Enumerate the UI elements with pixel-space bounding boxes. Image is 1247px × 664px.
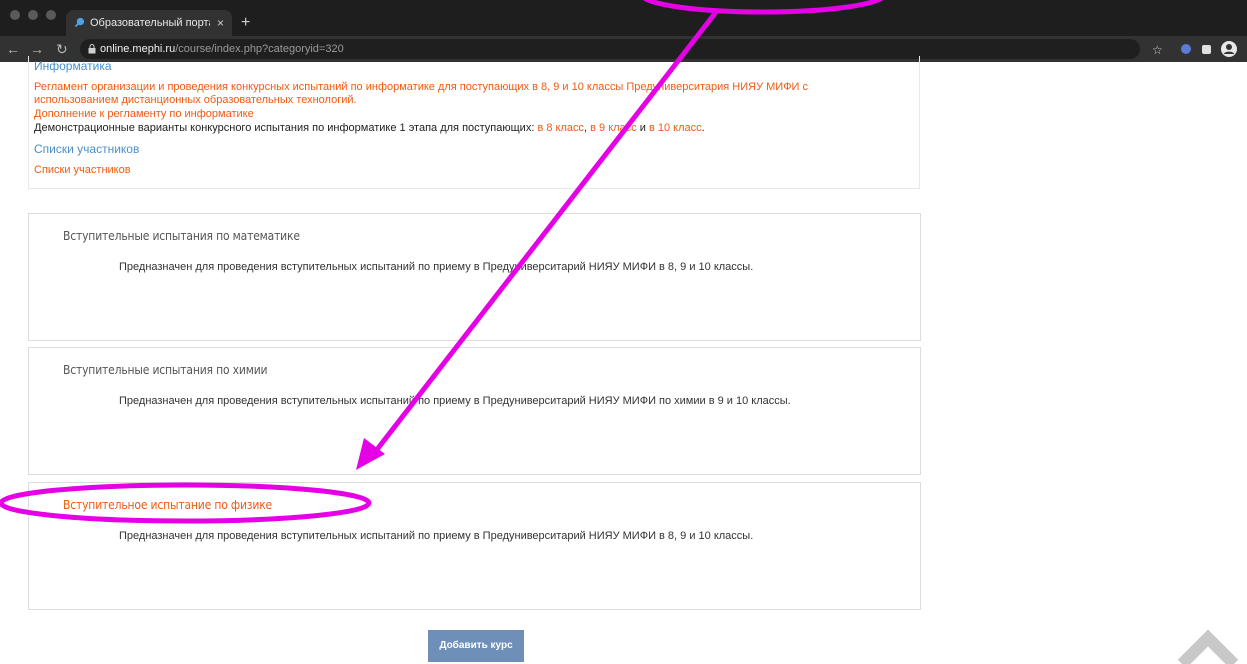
bookmark-star-icon[interactable]: ☆ — [1152, 40, 1164, 58]
window-controls[interactable] — [10, 10, 56, 20]
course-description: Предназначен для проведения вступительны… — [119, 261, 754, 273]
info-section: Информатика Регламент организации и пров… — [28, 56, 920, 189]
new-tab-button[interactable]: + — [241, 10, 250, 36]
lock-icon — [88, 44, 96, 54]
participants-link[interactable]: Списки участников — [34, 164, 131, 176]
demo-link-9[interactable]: в 9 класс — [590, 122, 637, 134]
course-card-math: Вступительные испытания по математике Пр… — [28, 213, 921, 341]
browser-tab-bar: Образовательный портал НИ × + — [0, 0, 1247, 36]
course-title[interactable]: Вступительные испытания по математике — [63, 229, 300, 243]
svg-text:☆: ☆ — [1152, 43, 1163, 57]
tab-title: Образовательный портал НИ — [90, 17, 210, 29]
browser-tab[interactable]: Образовательный портал НИ × — [66, 10, 232, 36]
extension-shield-icon[interactable] — [1180, 40, 1192, 58]
info-heading[interactable]: Информатика — [34, 59, 112, 73]
course-description: Предназначен для проведения вступительны… — [119, 395, 791, 407]
add-course-button[interactable]: Добавить курс — [428, 630, 524, 662]
course-description: Предназначен для проведения вступительны… — [119, 530, 754, 542]
supplement-link[interactable]: Дополнение к регламенту по информатике — [34, 108, 254, 120]
page-content: Информатика Регламент организации и пров… — [0, 56, 1247, 664]
tab-close-icon[interactable]: × — [217, 10, 224, 36]
course-title-highlighted[interactable]: Вступительное испытание по физике — [63, 498, 272, 512]
reglament-link[interactable]: Регламент организации и проведения конку… — [34, 81, 914, 107]
course-title[interactable]: Вступительные испытания по химии — [63, 363, 268, 377]
minimize-window-dot[interactable] — [28, 10, 38, 20]
demo-link-8[interactable]: в 8 класс — [537, 122, 584, 134]
profile-avatar-icon[interactable] — [1220, 40, 1238, 58]
course-card-chemistry: Вступительные испытания по химии Предназ… — [28, 347, 921, 475]
course-card-physics: Вступительное испытание по физике Предна… — [28, 482, 921, 610]
close-window-dot[interactable] — [10, 10, 20, 20]
extensions-puzzle-icon[interactable] — [1200, 40, 1214, 58]
maximize-window-dot[interactable] — [46, 10, 56, 20]
demo-line: Демонстрационные варианты конкурсного ис… — [34, 122, 705, 134]
back-icon[interactable]: ← — [6, 36, 20, 62]
demo-link-10[interactable]: в 10 класс — [649, 122, 702, 134]
favicon-icon — [74, 17, 85, 28]
participants-heading[interactable]: Списки участников — [34, 142, 139, 156]
